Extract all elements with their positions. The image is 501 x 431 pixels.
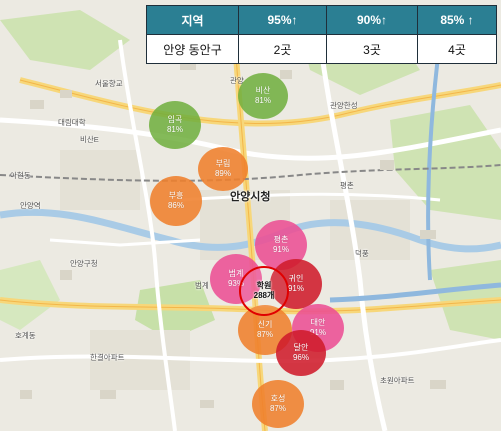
park-area [0, 260, 60, 330]
bubble-burim[interactable]: 부림 89% [198, 147, 248, 191]
map-label: 대림대학 [58, 118, 86, 127]
park-area [0, 10, 130, 70]
map-label: 덕풍 [355, 249, 369, 258]
map-label: 아현동 [10, 171, 31, 180]
cell-90: 3곳 [326, 34, 418, 64]
bubble-bisan[interactable]: 비산 81% [238, 73, 288, 119]
map-label: 호계동 [15, 331, 36, 340]
map-label: 안양구청 [70, 259, 98, 268]
bubble-imgok[interactable]: 임곡 81% [149, 101, 201, 149]
bubble-buheung[interactable]: 부흥 86% [150, 176, 202, 226]
map-label: 비산E [80, 135, 99, 144]
header-95: 95%↑ [238, 5, 327, 35]
map-label: 안양역 [20, 201, 41, 210]
map-label: 관양한성 [330, 101, 358, 110]
summary-header-row: 지역 95%↑ 90%↑ 85% ↑ [146, 5, 497, 35]
cell-95: 2곳 [238, 34, 327, 64]
bubble-hoseong[interactable]: 호성 87% [252, 380, 304, 428]
summary-data-row: 안양 동안구 2곳 3곳 4곳 [146, 34, 497, 64]
map-label: 한결아파트 [90, 353, 125, 362]
header-region: 지역 [146, 5, 239, 35]
cell-85: 4곳 [417, 34, 497, 64]
header-85: 85% ↑ [417, 5, 497, 35]
map-label: 평촌 [340, 181, 354, 190]
map-label: 범계 [195, 281, 209, 290]
bubble-daran[interactable]: 달안 96% [276, 330, 326, 376]
map-panel[interactable]: 서울향교 대림대학 안양시청 관양 안양구청 덕풍 아현동 비산E 호계동 관양… [0, 0, 501, 431]
map-base [0, 10, 501, 431]
summary-table: 지역 95%↑ 90%↑ 85% ↑ 안양 동안구 2곳 3곳 4곳 [146, 5, 497, 64]
map-label-city-hall: 안양시청 [230, 191, 271, 203]
center-marker-academy[interactable]: 학원 288개 [239, 266, 289, 316]
map-label: 서울향교 [95, 79, 123, 88]
cell-region: 안양 동안구 [146, 34, 239, 64]
header-90: 90%↑ [326, 5, 418, 35]
map-label: 초원아파트 [380, 376, 415, 385]
